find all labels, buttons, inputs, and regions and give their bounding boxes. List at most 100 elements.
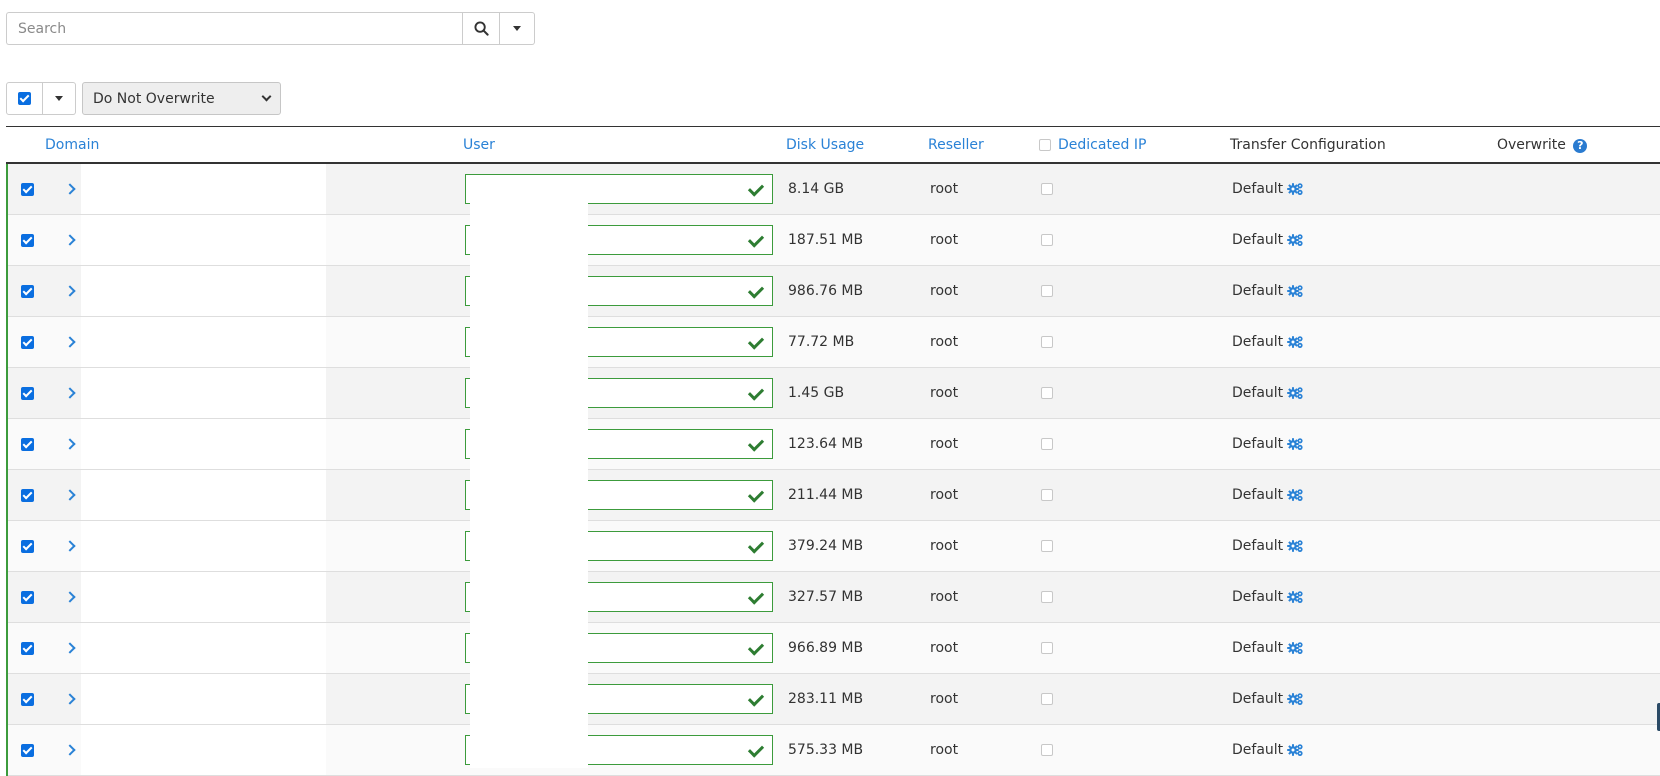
dedicated-ip-checkbox[interactable] <box>1041 591 1053 603</box>
column-user[interactable]: User <box>463 137 495 153</box>
row-select-checkbox[interactable] <box>21 470 34 520</box>
caret-down-icon <box>55 96 63 101</box>
table-row: 283.11 MB root Default <box>8 674 1660 725</box>
row-select-checkbox[interactable] <box>21 164 34 214</box>
check-icon <box>747 537 765 554</box>
expand-row-button[interactable] <box>60 470 80 520</box>
gears-icon <box>1287 591 1303 603</box>
disk-usage-cell: 8.14 GB <box>788 181 845 197</box>
chevron-right-icon <box>64 693 76 705</box>
checkbox-checked-icon <box>18 92 31 105</box>
expand-row-button[interactable] <box>60 572 80 622</box>
checkbox-checked-icon <box>21 590 34 604</box>
dedicated-ip-checkbox[interactable] <box>1041 744 1053 756</box>
dedicated-ip-checkbox[interactable] <box>1041 336 1053 348</box>
row-select-checkbox[interactable] <box>21 572 34 622</box>
redaction-mask <box>470 184 588 768</box>
row-select-checkbox[interactable] <box>21 368 34 418</box>
search-input[interactable] <box>6 12 462 45</box>
expand-row-button[interactable] <box>60 317 80 367</box>
expand-row-button[interactable] <box>60 266 80 316</box>
column-reseller[interactable]: Reseller <box>928 137 984 153</box>
row-select-checkbox[interactable] <box>21 674 34 724</box>
check-icon <box>747 180 765 197</box>
disk-usage-cell: 283.11 MB <box>788 691 864 707</box>
dedicated-ip-checkbox[interactable] <box>1041 489 1053 501</box>
domain-cell <box>81 674 326 724</box>
select-all-checkbox[interactable] <box>6 82 43 115</box>
reseller-cell: root <box>930 589 959 605</box>
dedicated-ip-checkbox[interactable] <box>1041 642 1053 654</box>
expand-row-button[interactable] <box>60 623 80 673</box>
dedicated-ip-checkbox[interactable] <box>1041 540 1053 552</box>
checkbox-checked-icon <box>21 641 34 655</box>
reseller-cell: root <box>930 487 959 503</box>
disk-usage-cell: 77.72 MB <box>788 334 855 350</box>
domain-cell <box>81 470 326 520</box>
dedicated-ip-checkbox[interactable] <box>1041 387 1053 399</box>
row-select-checkbox[interactable] <box>21 419 34 469</box>
table-row: 211.44 MB root Default <box>8 470 1660 521</box>
expand-row-button[interactable] <box>60 521 80 571</box>
transfer-config-link[interactable]: Default <box>1232 470 1304 520</box>
dedicated-ip-checkbox[interactable] <box>1041 234 1053 246</box>
checkbox-checked-icon <box>21 233 34 247</box>
dedicated-ip-checkbox[interactable] <box>1041 183 1053 195</box>
redacted-domain <box>81 266 326 316</box>
row-select-checkbox[interactable] <box>21 266 34 316</box>
check-icon <box>747 639 765 656</box>
redacted-domain <box>81 368 326 418</box>
transfer-config-link[interactable]: Default <box>1232 215 1304 265</box>
column-disk-usage[interactable]: Disk Usage <box>786 137 864 153</box>
dedicated-ip-all-checkbox[interactable] <box>1039 139 1051 151</box>
transfer-config-link[interactable]: Default <box>1232 368 1304 418</box>
help-icon[interactable]: ? <box>1573 139 1588 153</box>
search-button[interactable] <box>462 12 500 45</box>
dedicated-ip-cell <box>1041 623 1053 673</box>
column-overwrite-label: Overwrite <box>1497 137 1566 153</box>
dedicated-ip-checkbox[interactable] <box>1041 693 1053 705</box>
dedicated-ip-checkbox[interactable] <box>1041 285 1053 297</box>
search-options-button[interactable] <box>500 12 535 45</box>
check-icon <box>747 384 765 401</box>
row-select-checkbox[interactable] <box>21 521 34 571</box>
table-row: 575.33 MB root Default <box>8 725 1660 776</box>
transfer-config-link[interactable]: Default <box>1232 266 1304 316</box>
checkbox-checked-icon <box>21 488 34 502</box>
check-icon <box>747 741 765 758</box>
transfer-config-link[interactable]: Default <box>1232 317 1304 367</box>
select-all-menu-button[interactable] <box>43 82 76 115</box>
transfer-config-link[interactable]: Default <box>1232 521 1304 571</box>
checkbox-checked-icon <box>21 284 34 298</box>
row-select-checkbox[interactable] <box>21 215 34 265</box>
checkbox-checked-icon <box>21 692 34 706</box>
transfer-config-link[interactable]: Default <box>1232 419 1304 469</box>
expand-row-button[interactable] <box>60 164 80 214</box>
gears-icon <box>1287 438 1303 450</box>
checkbox-checked-icon <box>21 335 34 349</box>
transfer-config-link[interactable]: Default <box>1232 164 1304 214</box>
transfer-config-link[interactable]: Default <box>1232 572 1304 622</box>
redacted-domain <box>81 215 326 265</box>
overwrite-select[interactable]: Do Not Overwrite <box>82 82 281 115</box>
disk-usage-cell: 966.89 MB <box>788 640 864 656</box>
gears-icon <box>1287 489 1303 501</box>
gears-icon <box>1287 183 1303 195</box>
row-select-checkbox[interactable] <box>21 623 34 673</box>
reseller-cell: root <box>930 181 959 197</box>
dedicated-ip-checkbox[interactable] <box>1041 438 1053 450</box>
transfer-config-link[interactable]: Default <box>1232 623 1304 673</box>
gears-icon <box>1287 285 1303 297</box>
column-domain[interactable]: Domain <box>45 137 99 153</box>
expand-row-button[interactable] <box>60 368 80 418</box>
expand-row-button[interactable] <box>60 215 80 265</box>
gears-icon <box>1287 642 1303 654</box>
check-icon <box>747 690 765 707</box>
transfer-config-link[interactable]: Default <box>1232 674 1304 724</box>
row-select-checkbox[interactable] <box>21 317 34 367</box>
redacted-domain <box>81 419 326 469</box>
column-dedicated-ip-label[interactable]: Dedicated IP <box>1058 137 1146 153</box>
expand-row-button[interactable] <box>60 419 80 469</box>
expand-row-button[interactable] <box>60 674 80 724</box>
column-transfer-configuration: Transfer Configuration <box>1230 137 1386 153</box>
